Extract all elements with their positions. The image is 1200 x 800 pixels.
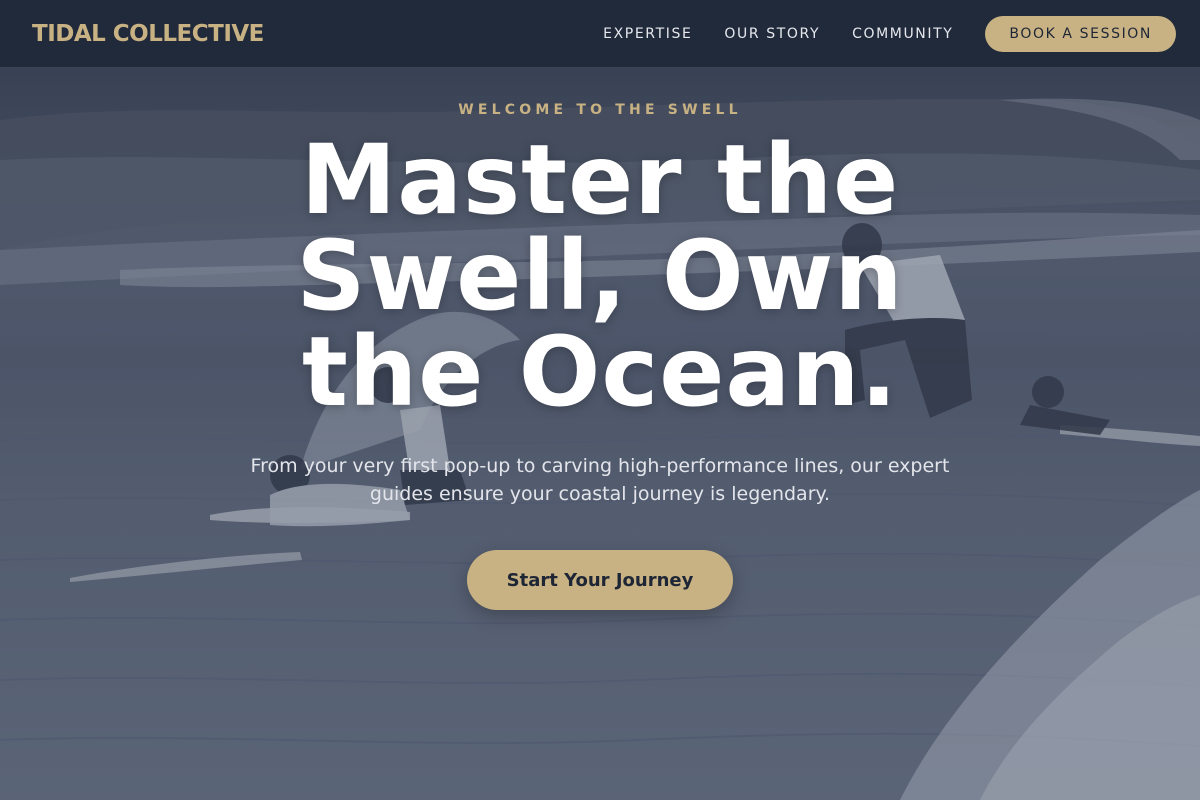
nav-link-expertise[interactable]: EXPERTISE [603, 26, 692, 42]
book-session-button[interactable]: BOOK A SESSION [985, 15, 1176, 52]
hero-headline: Master the Swell, Own the Ocean. [296, 124, 904, 428]
hero-subtext: From your very first pop-up to carving h… [250, 455, 950, 505]
nav-links: EXPERTISE OUR STORY COMMUNITY BOOK A SES… [603, 15, 1176, 52]
start-journey-button[interactable]: Start Your Journey [467, 550, 733, 610]
nav-link-our-story[interactable]: OUR STORY [724, 26, 820, 42]
brand-logo[interactable]: TIDAL COLLECTIVE [32, 21, 264, 47]
hero-section: WELCOME TO THE SWELL Master the Swell, O… [0, 68, 1200, 800]
hero-eyebrow: WELCOME TO THE SWELL [458, 102, 742, 118]
nav-link-community[interactable]: COMMUNITY [852, 26, 953, 42]
top-navbar: TIDAL COLLECTIVE EXPERTISE OUR STORY COM… [0, 0, 1200, 68]
